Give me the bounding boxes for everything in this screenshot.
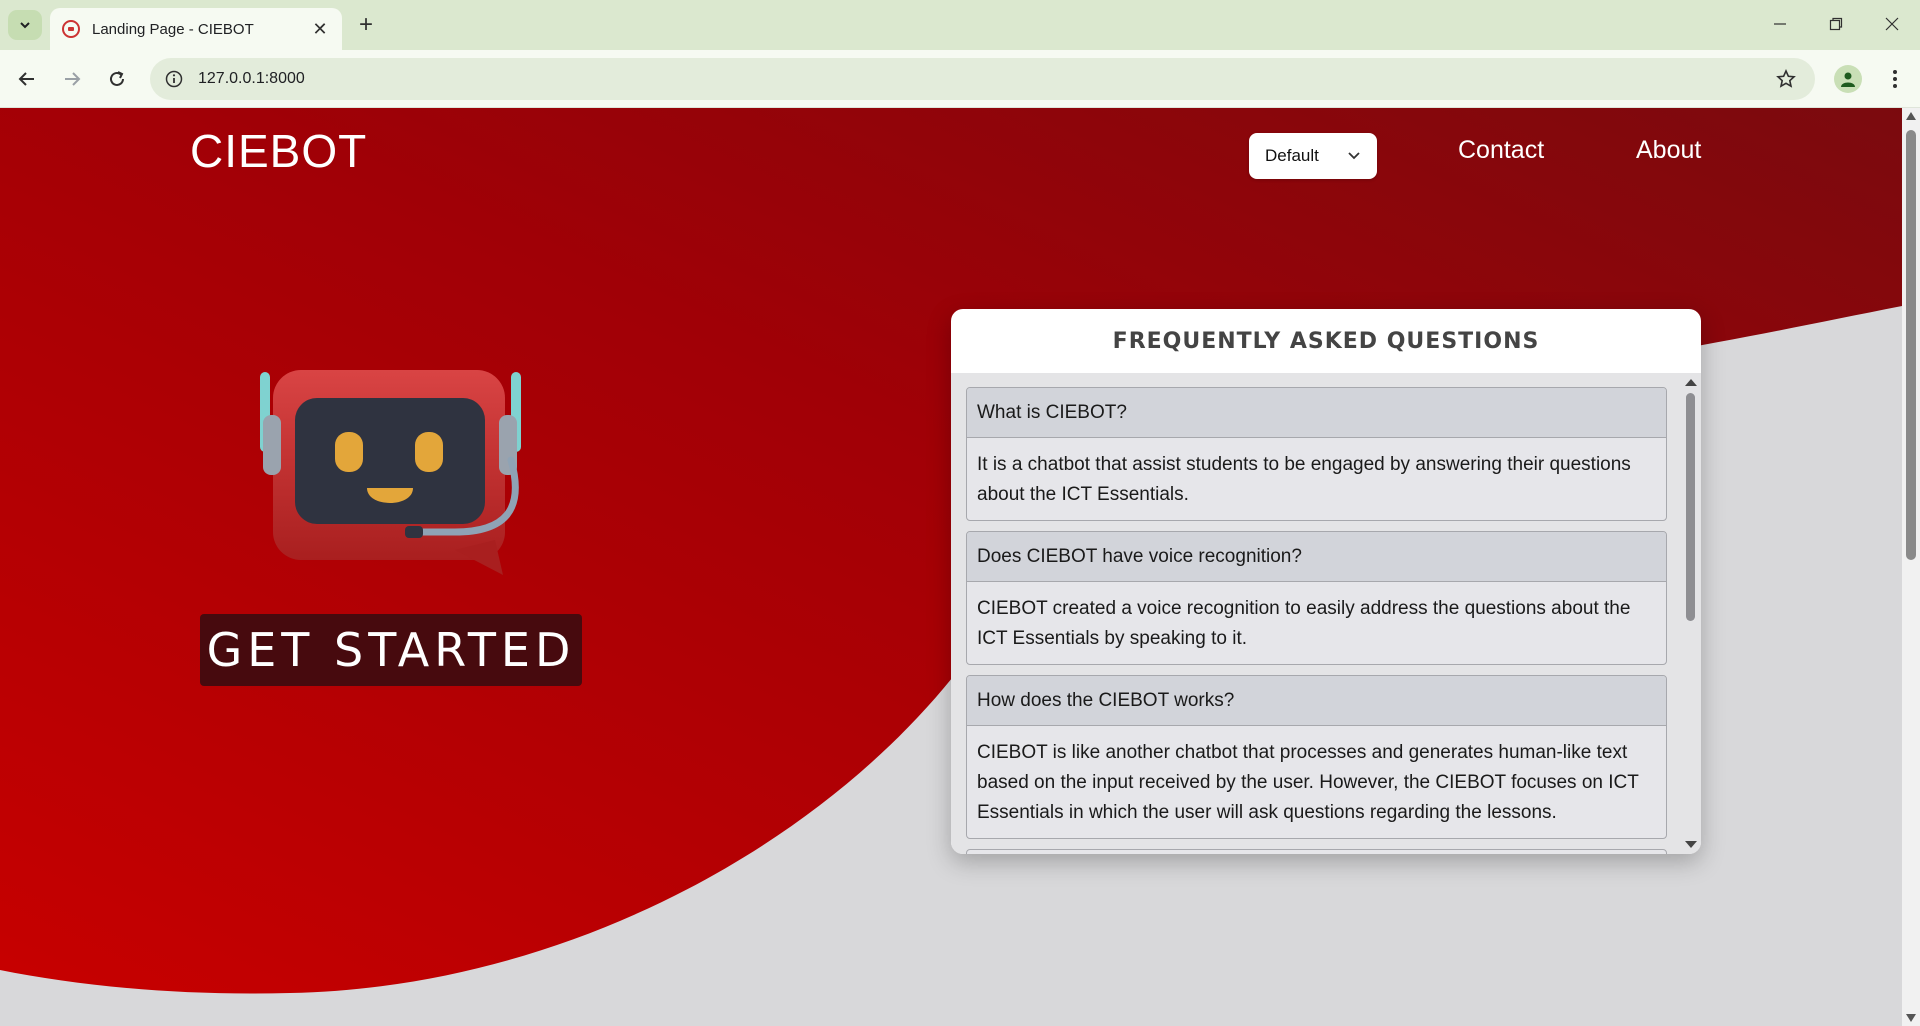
faq-scroll-area[interactable]: What is CIEBOT? It is a chatbot that ass… [951, 373, 1701, 854]
page-scrollbar[interactable] [1902, 108, 1920, 1026]
restore-icon [1829, 17, 1843, 31]
back-button[interactable] [12, 64, 42, 94]
faq-scrollbar-thumb[interactable] [1686, 393, 1695, 621]
faq-question[interactable]: How does the CIEBOT works? [967, 676, 1666, 726]
faq-item [966, 849, 1667, 854]
page-viewport: CIEBOT Default Contact About GET STARTED… [0, 108, 1902, 1026]
profile-avatar-icon[interactable] [1834, 65, 1862, 93]
address-bar[interactable]: 127.0.0.1:8000 [150, 58, 1815, 100]
url-text[interactable]: 127.0.0.1:8000 [198, 70, 1771, 88]
faq-list: What is CIEBOT? It is a chatbot that ass… [966, 387, 1667, 854]
close-icon [1885, 17, 1899, 31]
browser-tab[interactable]: Landing Page - CIEBOT ✕ [50, 8, 342, 50]
new-tab-button[interactable]: + [352, 12, 380, 38]
faq-answer: CIEBOT created a voice recognition to ea… [977, 598, 1631, 649]
chevron-down-icon [1348, 152, 1360, 160]
minimize-button[interactable] [1752, 0, 1808, 48]
tab-title: Landing Page - CIEBOT [92, 20, 254, 38]
ciebot-favicon-icon [62, 20, 80, 38]
faq-question[interactable]: Does CIEBOT have voice recognition? [967, 532, 1666, 582]
faq-answer: It is a chatbot that assist students to … [977, 454, 1631, 505]
faq-question[interactable]: What is CIEBOT? [967, 388, 1666, 438]
browser-toolbar: 127.0.0.1:8000 [0, 50, 1920, 108]
reload-button[interactable] [102, 64, 132, 94]
scroll-down-arrow-icon[interactable] [1906, 1014, 1916, 1022]
nav-about-link[interactable]: About [1636, 136, 1701, 165]
faq-item: How does the CIEBOT works? CIEBOT is lik… [966, 675, 1667, 839]
faq-item: What is CIEBOT? It is a chatbot that ass… [966, 387, 1667, 521]
close-window-button[interactable] [1864, 0, 1920, 48]
brand-logo-text[interactable]: CIEBOT [190, 124, 367, 178]
restore-button[interactable] [1808, 0, 1864, 48]
robot-mascot-image [260, 370, 521, 575]
faq-panel: FREQUENTLY ASKED QUESTIONS What is CIEBO… [951, 309, 1701, 854]
arrow-left-icon [18, 72, 34, 86]
chevron-down-icon [20, 22, 30, 29]
faq-answer: CIEBOT is like another chatbot that proc… [977, 742, 1639, 823]
faq-scrollbar[interactable] [1681, 373, 1699, 854]
forward-button[interactable] [57, 64, 87, 94]
arrow-right-icon [65, 72, 81, 86]
tab-close-button[interactable]: ✕ [310, 19, 330, 40]
tab-search-button[interactable] [8, 10, 42, 40]
language-select-value: Default [1265, 146, 1319, 165]
reload-icon [110, 71, 124, 86]
get-started-button[interactable]: GET STARTED [200, 614, 582, 686]
window-controls [1752, 0, 1920, 50]
browser-tabstrip: Landing Page - CIEBOT ✕ + [0, 0, 1920, 50]
scroll-down-arrow-icon[interactable] [1685, 841, 1697, 848]
faq-title: FREQUENTLY ASKED QUESTIONS [1112, 328, 1540, 354]
scroll-up-arrow-icon[interactable] [1906, 112, 1916, 120]
scroll-up-arrow-icon[interactable] [1685, 379, 1697, 386]
site-info-icon[interactable] [164, 69, 184, 89]
bookmark-star-icon[interactable] [1771, 64, 1801, 94]
faq-item: Does CIEBOT have voice recognition? CIEB… [966, 531, 1667, 665]
language-select[interactable]: Default [1249, 133, 1377, 179]
page-scrollbar-thumb[interactable] [1906, 130, 1916, 560]
browser-menu-icon[interactable] [1880, 64, 1910, 94]
nav-contact-link[interactable]: Contact [1458, 136, 1544, 165]
minimize-icon [1774, 23, 1786, 25]
